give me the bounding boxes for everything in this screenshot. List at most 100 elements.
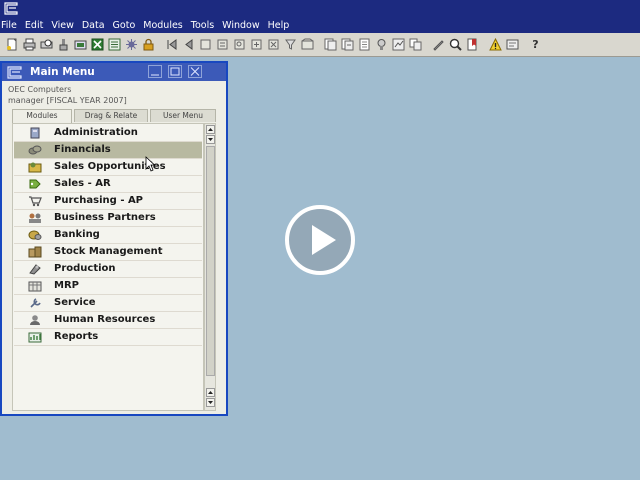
settings-icon[interactable] xyxy=(125,38,138,51)
menu-data[interactable]: Data xyxy=(79,20,110,31)
menu-edit[interactable]: Edit xyxy=(22,20,48,31)
purchasing-ap-icon xyxy=(29,196,42,207)
filter-icon[interactable] xyxy=(284,38,297,51)
minimize-icon xyxy=(151,74,159,76)
main-menu-title: Main Menu xyxy=(30,66,95,78)
drill-icon[interactable] xyxy=(375,38,388,51)
module-label: Banking xyxy=(54,229,100,240)
app-logo-icon xyxy=(4,2,18,15)
help-icon[interactable]: ? xyxy=(529,38,542,51)
production-icon xyxy=(29,264,41,275)
print-icon[interactable] xyxy=(23,38,36,51)
next-record-icon[interactable] xyxy=(199,38,212,51)
module-label: Production xyxy=(54,263,116,274)
main-menu-titlebar[interactable]: Main Menu xyxy=(2,63,226,81)
mouse-cursor-icon xyxy=(145,156,155,172)
module-financials[interactable]: Financials xyxy=(14,142,202,159)
scroll-down-button[interactable] xyxy=(206,398,215,407)
bookmark-icon[interactable] xyxy=(466,38,479,51)
sales-opportunities-icon xyxy=(28,162,42,173)
app-titlebar xyxy=(0,0,640,18)
main-menu-window: Main Menu OEC Computers manager [FISCAL … xyxy=(0,61,228,416)
menu-file[interactable]: File xyxy=(0,20,22,31)
module-label: Business Partners xyxy=(54,212,156,223)
module-banking[interactable]: Banking xyxy=(14,227,202,244)
mrp-icon xyxy=(28,281,42,292)
last-record-icon[interactable] xyxy=(216,38,229,51)
modules-list: Administration Financials Sales Opportun… xyxy=(12,123,204,411)
module-purchasing-ap[interactable]: Purchasing - AP xyxy=(14,193,202,210)
module-sales-opportunities[interactable]: Sales Opportunities xyxy=(14,159,202,176)
window-logo-icon xyxy=(7,66,22,79)
scroll-up-small-button[interactable] xyxy=(206,388,215,397)
financials-icon xyxy=(28,145,42,155)
menu-window[interactable]: Window xyxy=(219,20,264,31)
menu-view[interactable]: View xyxy=(48,20,79,31)
maximize-button[interactable] xyxy=(168,65,182,78)
word-icon[interactable] xyxy=(108,38,121,51)
minimize-button[interactable] xyxy=(148,65,162,78)
module-stock-management[interactable]: Stock Management xyxy=(14,244,202,261)
target-doc-icon[interactable] xyxy=(341,38,354,51)
base-doc-icon[interactable] xyxy=(324,38,337,51)
scroll-up-button[interactable] xyxy=(206,125,215,134)
audit-icon[interactable] xyxy=(449,38,462,51)
close-button[interactable] xyxy=(188,65,202,78)
tab-drag-relate[interactable]: Drag & Relate xyxy=(74,109,148,122)
email-icon[interactable] xyxy=(74,38,87,51)
module-label: MRP xyxy=(54,280,79,291)
module-reports[interactable]: Reports xyxy=(14,329,202,346)
add-icon[interactable] xyxy=(250,38,263,51)
menu-modules[interactable]: Modules xyxy=(140,20,188,31)
module-business-partners[interactable]: Business Partners xyxy=(14,210,202,227)
administration-icon xyxy=(30,127,40,139)
gross-profit-icon[interactable] xyxy=(392,38,405,51)
business-partners-icon xyxy=(29,213,41,223)
first-record-icon[interactable] xyxy=(165,38,178,51)
scroll-down-small-button[interactable] xyxy=(206,135,215,144)
module-production[interactable]: Production xyxy=(14,261,202,278)
module-human-resources[interactable]: Human Resources xyxy=(14,312,202,329)
delete-icon[interactable] xyxy=(267,38,280,51)
message-icon[interactable] xyxy=(506,38,519,51)
find-icon[interactable] xyxy=(233,38,246,51)
menu-help[interactable]: Help xyxy=(265,20,295,31)
preview-icon[interactable] xyxy=(40,38,53,51)
arrow-down-icon xyxy=(208,401,213,404)
alert-icon[interactable] xyxy=(489,38,502,51)
journal-icon[interactable] xyxy=(358,38,371,51)
modules-scrollbar[interactable] xyxy=(204,123,216,411)
module-label: Administration xyxy=(54,127,138,138)
arrow-up-icon xyxy=(208,128,213,131)
module-service[interactable]: Service xyxy=(14,295,202,312)
main-menu-body: OEC Computers manager [FISCAL YEAR 2007]… xyxy=(2,81,226,414)
close-icon xyxy=(190,67,200,76)
arrow-down-icon xyxy=(208,138,213,141)
play-button-icon[interactable] xyxy=(284,204,356,276)
module-label: Human Resources xyxy=(54,314,156,325)
excel-icon[interactable] xyxy=(91,38,104,51)
arrow-up-icon xyxy=(208,391,213,394)
sort-icon[interactable] xyxy=(301,38,314,51)
user-fiscal-year: manager [FISCAL YEAR 2007] xyxy=(8,96,127,105)
new-icon[interactable] xyxy=(6,38,19,51)
tab-modules[interactable]: Modules xyxy=(12,109,72,123)
menu-goto[interactable]: Goto xyxy=(110,20,141,31)
toolbar: ? xyxy=(0,33,640,57)
pen-icon[interactable] xyxy=(432,38,445,51)
module-mrp[interactable]: MRP xyxy=(14,278,202,295)
module-administration[interactable]: Administration xyxy=(14,125,202,142)
copy-icon[interactable] xyxy=(409,38,422,51)
module-label: Purchasing - AP xyxy=(54,195,144,206)
scroll-thumb[interactable] xyxy=(206,146,215,376)
menu-tools[interactable]: Tools xyxy=(188,20,219,31)
prev-record-icon[interactable] xyxy=(182,38,195,51)
fax-icon[interactable] xyxy=(57,38,70,51)
main-menu-tabs: Modules Drag & Relate User Menu xyxy=(12,109,216,123)
lock-icon[interactable] xyxy=(142,38,155,51)
human-resources-icon xyxy=(30,315,40,325)
module-sales-ar[interactable]: Sales - AR xyxy=(14,176,202,193)
stock-management-icon xyxy=(28,246,42,258)
company-name: OEC Computers xyxy=(8,85,72,94)
tab-user-menu[interactable]: User Menu xyxy=(150,109,216,122)
